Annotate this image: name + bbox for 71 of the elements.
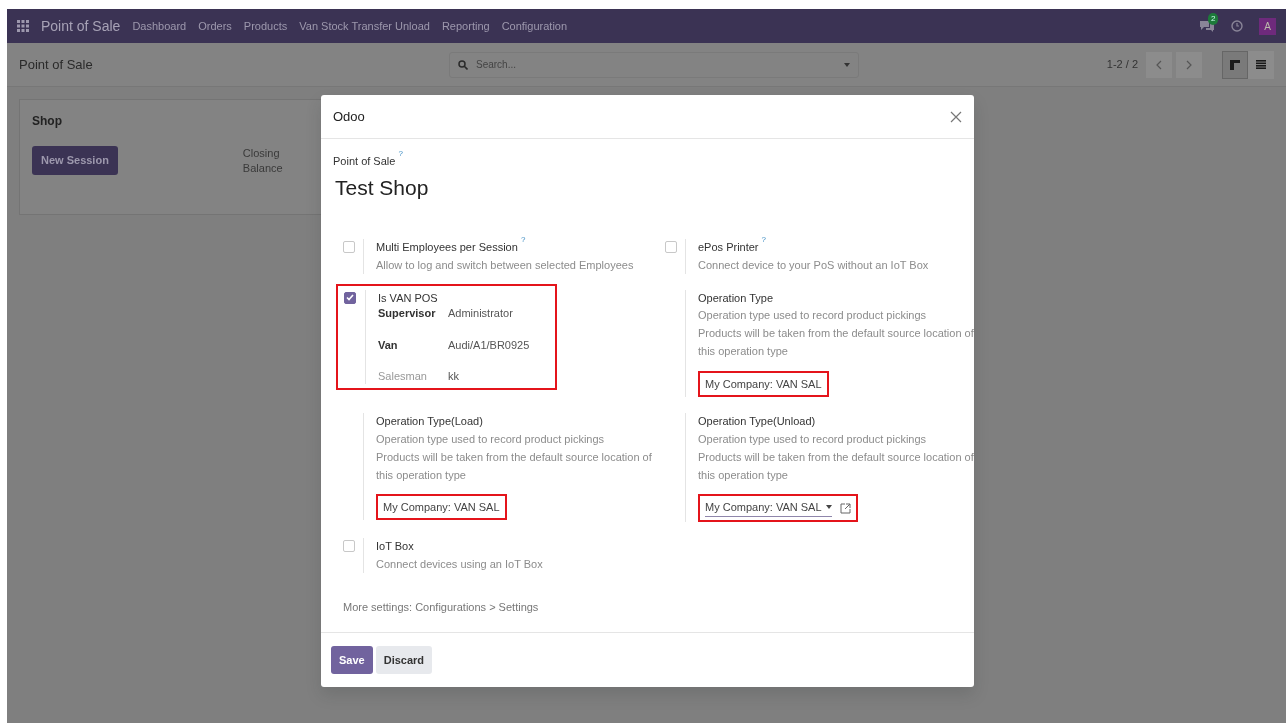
caret-icon[interactable] (844, 62, 850, 67)
setting-description: Products will be taken from the default source location of this operation type (376, 449, 653, 483)
setting-description: Products will be taken from the default source location of this operation type (698, 449, 975, 483)
menu-item[interactable]: Products (243, 17, 288, 35)
setting-description: Connect device to your PoS without an IoT Box (698, 257, 929, 273)
field-value[interactable]: Administrator (448, 306, 513, 322)
help-tooltip[interactable]: ? (761, 235, 767, 245)
setting-title: Operation Type(Load) (376, 415, 483, 428)
setting-title: Is VAN POS (378, 291, 438, 304)
card-title: Shop (32, 113, 62, 130)
checkbox[interactable] (343, 540, 355, 553)
record-name: Test Shop (335, 174, 430, 201)
setting-description: Operation type used to record product pickings (698, 308, 928, 324)
caret-icon (825, 505, 832, 510)
save-button[interactable]: Save (331, 645, 373, 675)
menu-item[interactable]: Configuration (501, 17, 568, 35)
setting-description: Operation type used to record product pickings (376, 431, 606, 447)
discard-button[interactable]: Discard (375, 645, 433, 675)
settings-link[interactable]: Configurations > Settings (415, 601, 539, 614)
setting-title: Multi Employees per Session (376, 241, 518, 253)
setting-title: IoT Box (376, 540, 414, 553)
chevron-left-icon (1156, 59, 1162, 70)
list-icon (1256, 60, 1266, 69)
app-title[interactable]: Point of Sale (41, 15, 121, 37)
clock-icon[interactable] (1231, 20, 1243, 32)
field-label: Supervisor (378, 306, 437, 322)
field-label: Van (378, 337, 399, 353)
list-view-button[interactable] (1248, 50, 1274, 79)
pager-value: 1-2 / 2 (1106, 57, 1138, 73)
help-tooltip[interactable]: ? (398, 149, 403, 159)
setting-description: Products will be taken from the default source location of this operation type (698, 326, 975, 360)
search-icon (458, 59, 468, 70)
breadcrumb[interactable]: Point of Sale (19, 54, 449, 75)
closing-balance-label: Closing Balance (242, 146, 284, 177)
field-value[interactable]: kk (448, 368, 459, 385)
menu-item[interactable]: Van Stock Transfer Unload (299, 17, 430, 35)
field-label: Salesman (378, 368, 428, 384)
setting-title: Operation Type(Unload) (698, 415, 816, 428)
close-icon (950, 110, 962, 123)
kanban-view-button[interactable] (1222, 50, 1248, 79)
checkbox[interactable] (344, 291, 356, 304)
external-link-button[interactable] (839, 502, 851, 514)
menu-item[interactable]: Reporting (441, 17, 490, 35)
apps-menu-icon[interactable] (17, 20, 29, 32)
kanban-icon (1230, 59, 1240, 70)
dialog-title: Odoo (333, 107, 365, 126)
checkbox[interactable] (665, 241, 677, 253)
chevron-right-icon (1186, 59, 1192, 70)
field-value[interactable]: Audi/A1/BR0925 (448, 337, 530, 353)
search-field[interactable]: Search... (449, 51, 859, 78)
setting-description: Connect devices using an IoT Box (376, 557, 543, 572)
user-avatar[interactable]: A (1259, 17, 1276, 35)
operation-type-field[interactable]: My Company: VAN SAL (383, 499, 500, 516)
new-session-button[interactable]: New Session (32, 146, 118, 175)
external-link-icon (839, 502, 851, 514)
help-tooltip[interactable]: ? (520, 235, 526, 245)
check-icon (346, 294, 354, 302)
close-button[interactable] (950, 110, 962, 123)
checkbox[interactable] (343, 241, 355, 253)
operation-type-field[interactable]: My Company: VAN SAL (705, 375, 822, 393)
setting-description: Allow to log and switch between selected Employees (376, 257, 634, 273)
setting-title: ePos Printer (698, 241, 759, 253)
setting-title: Operation Type (698, 291, 773, 304)
menu-item[interactable]: Orders (198, 17, 232, 35)
menu-item[interactable]: Dashboard (132, 17, 187, 35)
field-label: Point of Sale (333, 155, 396, 167)
chat-icon[interactable] (1199, 19, 1215, 33)
setting-description: Operation type used to record product pickings (698, 431, 928, 447)
notification-badge: 2 (1208, 13, 1219, 25)
operation-type-field[interactable]: My Company: VAN SAL (705, 499, 832, 518)
more-settings-label: More settings: (343, 601, 413, 614)
